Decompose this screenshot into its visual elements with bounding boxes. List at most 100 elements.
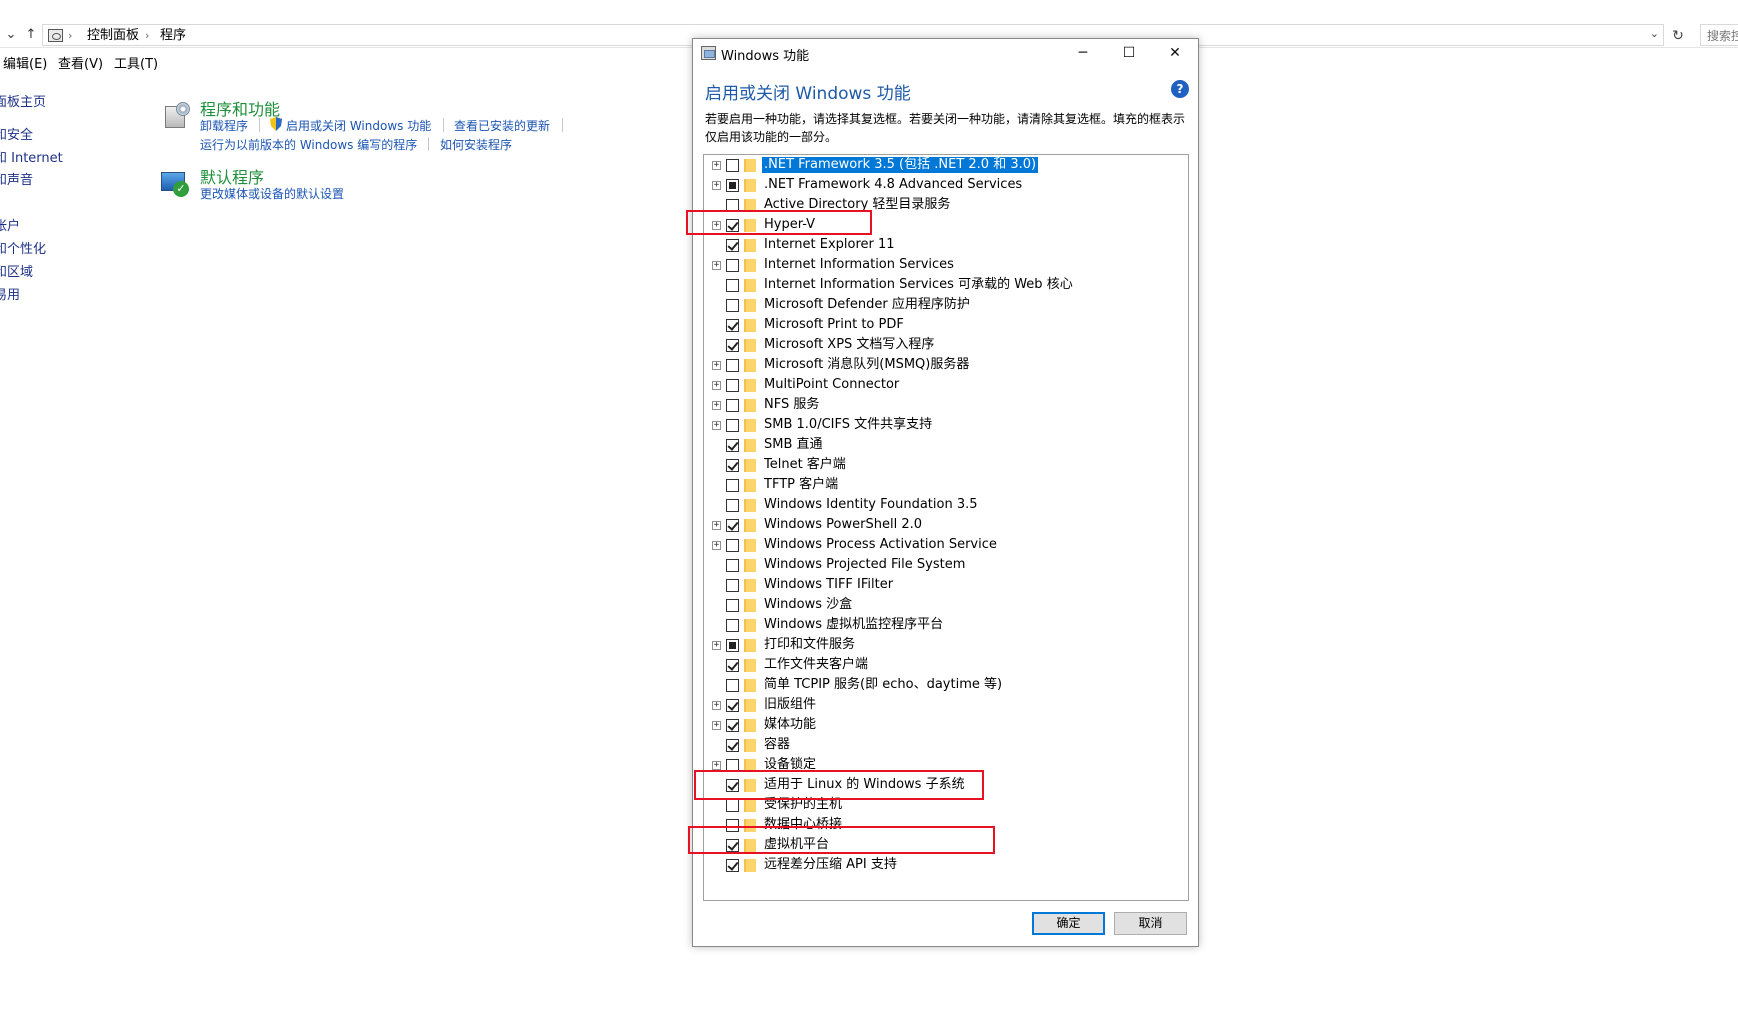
expand-icon[interactable]: + <box>712 541 721 550</box>
recent-locations-icon[interactable]: ⌄ <box>2 25 20 45</box>
maximize-icon[interactable]: ☐ <box>1106 39 1152 67</box>
nav-system-security[interactable]: 和安全 <box>0 124 33 143</box>
expand-icon[interactable]: + <box>712 761 721 770</box>
feature-checkbox[interactable] <box>726 719 739 732</box>
feature-checkbox[interactable] <box>726 479 739 492</box>
feature-row[interactable]: + .NET Framework 3.5 (包括 .NET 2.0 和 3.0) <box>704 155 1188 175</box>
feature-label[interactable]: MultiPoint Connector <box>762 377 901 393</box>
feature-checkbox[interactable] <box>726 579 739 592</box>
nav-ease-of-access[interactable]: 易用 <box>0 284 20 303</box>
feature-checkbox[interactable] <box>726 459 739 472</box>
feature-row[interactable]: + 打印和文件服务 <box>704 635 1188 655</box>
feature-row[interactable]: + .NET Framework 4.8 Advanced Services <box>704 175 1188 195</box>
expand-icon[interactable]: + <box>712 721 721 730</box>
feature-checkbox[interactable] <box>726 799 739 812</box>
menu-edit[interactable]: 编辑(E) <box>3 57 47 73</box>
ok-button[interactable]: 确定 <box>1032 912 1105 935</box>
change-media-defaults-link[interactable]: 更改媒体或设备的默认设置 <box>200 185 344 202</box>
feature-row[interactable]: Microsoft Defender 应用程序防护 <box>704 295 1188 315</box>
menu-tools[interactable]: 工具(T) <box>114 57 158 73</box>
close-icon[interactable]: ✕ <box>1152 39 1198 67</box>
feature-label[interactable]: Windows PowerShell 2.0 <box>762 517 924 533</box>
view-installed-updates-link[interactable]: 查看已安装的更新 <box>454 117 550 134</box>
feature-row[interactable]: + Windows Process Activation Service <box>704 535 1188 555</box>
feature-row[interactable]: Windows TIFF IFilter <box>704 575 1188 595</box>
feature-label[interactable]: Windows Identity Foundation 3.5 <box>762 497 980 513</box>
nav-control-panel-home[interactable]: 面板主页 <box>0 91 46 110</box>
feature-label[interactable]: 旧版组件 <box>762 697 818 713</box>
feature-label[interactable]: Windows 虚拟机监控程序平台 <box>762 617 945 633</box>
feature-label[interactable]: 打印和文件服务 <box>762 637 857 653</box>
feature-checkbox[interactable] <box>726 559 739 572</box>
help-icon[interactable]: ? <box>1171 80 1189 98</box>
feature-checkbox[interactable] <box>726 619 739 632</box>
feature-checkbox[interactable] <box>726 279 739 292</box>
menu-view[interactable]: 查看(V) <box>58 57 103 73</box>
refresh-icon[interactable]: ↻ <box>1668 26 1688 46</box>
feature-checkbox[interactable] <box>726 239 739 252</box>
feature-checkbox[interactable] <box>726 339 739 352</box>
feature-row[interactable]: + Windows PowerShell 2.0 <box>704 515 1188 535</box>
feature-label[interactable]: Telnet 客户端 <box>762 457 848 473</box>
expand-icon[interactable]: + <box>712 641 721 650</box>
feature-label[interactable]: NFS 服务 <box>762 397 821 413</box>
feature-checkbox[interactable] <box>726 399 739 412</box>
feature-label[interactable]: Microsoft XPS 文档写入程序 <box>762 337 936 353</box>
nav-clock-region[interactable]: 和区域 <box>0 261 33 280</box>
feature-checkbox[interactable] <box>726 419 739 432</box>
feature-checkbox[interactable] <box>726 859 739 872</box>
feature-checkbox[interactable] <box>726 739 739 752</box>
nav-user-accounts[interactable]: 帐户 <box>0 215 20 234</box>
feature-checkbox[interactable] <box>726 159 739 172</box>
feature-label[interactable]: 容器 <box>762 737 792 753</box>
up-arrow-icon[interactable]: ↑ <box>22 25 40 45</box>
feature-row[interactable]: 远程差分压缩 API 支持 <box>704 855 1188 875</box>
feature-label[interactable]: Internet Information Services 可承载的 Web 核… <box>762 277 1075 293</box>
dialog-titlebar[interactable]: Windows 功能 ─ ☐ ✕ <box>693 39 1198 67</box>
feature-label[interactable]: 远程差分压缩 API 支持 <box>762 857 899 873</box>
feature-row[interactable]: + MultiPoint Connector <box>704 375 1188 395</box>
feature-checkbox[interactable] <box>726 639 739 652</box>
feature-label[interactable]: Windows 沙盒 <box>762 597 854 613</box>
breadcrumb-programs[interactable]: 程序 <box>160 27 186 44</box>
feature-row[interactable]: TFTP 客户端 <box>704 475 1188 495</box>
feature-row[interactable]: + SMB 1.0/CIFS 文件共享支持 <box>704 415 1188 435</box>
feature-label[interactable]: 媒体功能 <box>762 717 818 733</box>
feature-label[interactable]: 工作文件夹客户端 <box>762 657 870 673</box>
feature-checkbox[interactable] <box>726 359 739 372</box>
feature-row[interactable]: + 旧版组件 <box>704 695 1188 715</box>
expand-icon[interactable]: + <box>712 361 721 370</box>
feature-label[interactable]: SMB 1.0/CIFS 文件共享支持 <box>762 417 934 433</box>
feature-row[interactable]: Microsoft Print to PDF <box>704 315 1188 335</box>
expand-icon[interactable]: + <box>712 261 721 270</box>
address-dropdown-icon[interactable]: ⌄ <box>1650 27 1659 40</box>
feature-label[interactable]: Internet Information Services <box>762 257 956 273</box>
run-older-programs-link[interactable]: 运行为以前版本的 Windows 编写的程序 <box>200 136 417 153</box>
feature-checkbox[interactable] <box>726 259 739 272</box>
search-input[interactable]: 搜索控 <box>1700 24 1738 46</box>
turn-windows-features-link[interactable]: 启用或关闭 Windows 功能 <box>286 117 431 134</box>
feature-label[interactable]: Internet Explorer 11 <box>762 237 897 253</box>
expand-icon[interactable]: + <box>712 161 721 170</box>
feature-row[interactable]: Windows 虚拟机监控程序平台 <box>704 615 1188 635</box>
feature-row[interactable]: Windows Projected File System <box>704 555 1188 575</box>
feature-checkbox[interactable] <box>726 379 739 392</box>
expand-icon[interactable]: + <box>712 181 721 190</box>
minimize-icon[interactable]: ─ <box>1060 39 1106 67</box>
feature-checkbox[interactable] <box>726 499 739 512</box>
feature-checkbox[interactable] <box>726 319 739 332</box>
breadcrumb-control-panel[interactable]: 控制面板 <box>87 27 139 44</box>
feature-label[interactable]: Windows Projected File System <box>762 557 967 573</box>
feature-row[interactable]: Telnet 客户端 <box>704 455 1188 475</box>
how-to-install-link[interactable]: 如何安装程序 <box>440 136 512 153</box>
feature-row[interactable]: 简单 TCPIP 服务(即 echo、daytime 等) <box>704 675 1188 695</box>
feature-label[interactable]: Microsoft Print to PDF <box>762 317 906 333</box>
feature-row[interactable]: + Microsoft 消息队列(MSMQ)服务器 <box>704 355 1188 375</box>
feature-label[interactable]: .NET Framework 4.8 Advanced Services <box>762 177 1024 193</box>
feature-row[interactable]: 容器 <box>704 735 1188 755</box>
feature-label[interactable]: .NET Framework 3.5 (包括 .NET 2.0 和 3.0) <box>762 157 1039 173</box>
feature-row[interactable]: 工作文件夹客户端 <box>704 655 1188 675</box>
feature-row[interactable]: Windows 沙盒 <box>704 595 1188 615</box>
feature-label[interactable]: 简单 TCPIP 服务(即 echo、daytime 等) <box>762 677 1004 693</box>
feature-row[interactable]: + 媒体功能 <box>704 715 1188 735</box>
